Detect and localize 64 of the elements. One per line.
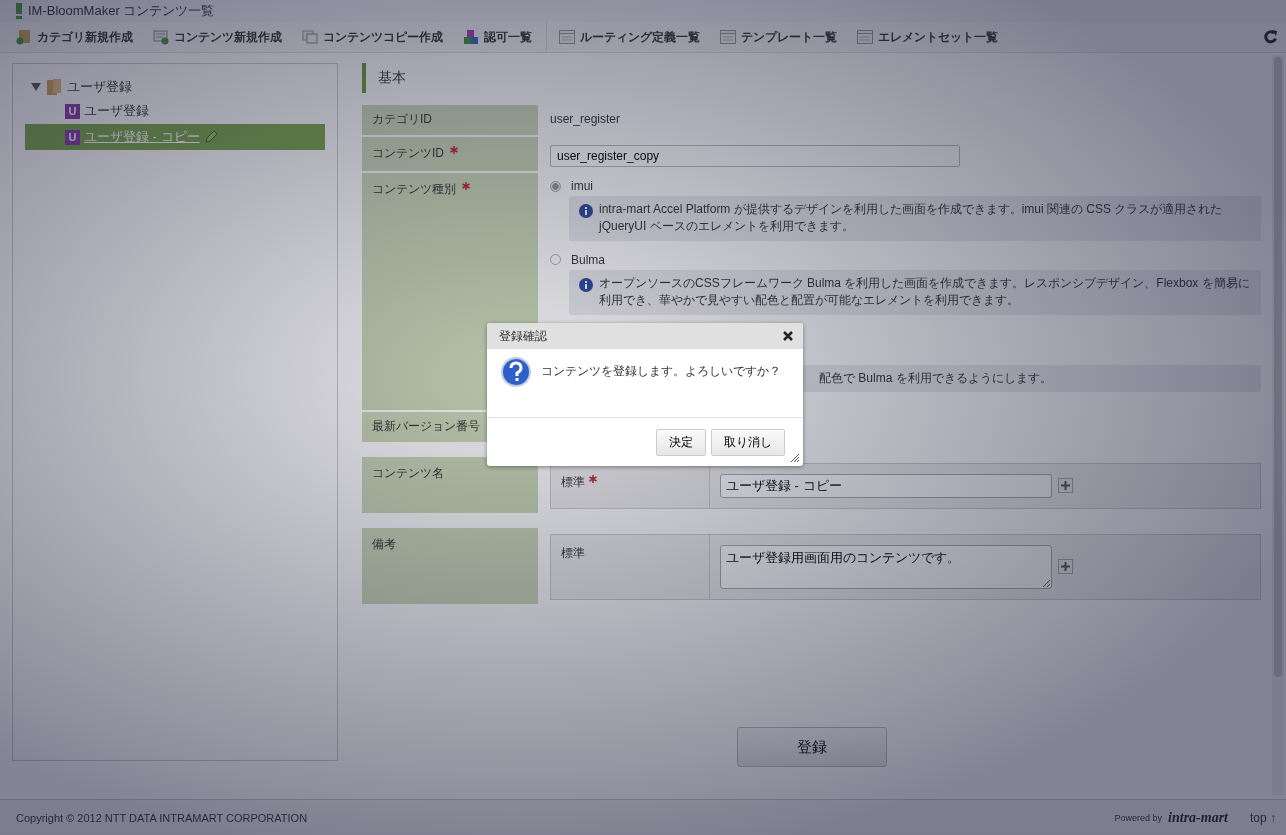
content-name-field[interactable]: ユーザ登録 - コピー xyxy=(720,473,1052,498)
info-icon xyxy=(579,277,593,292)
dialog-message: コンテンツを登録します。よろしいですか？ xyxy=(541,363,781,380)
copyright-text: Copyright © 2012 NTT DATA INTRAMART CORPORATION xyxy=(16,811,308,824)
info-icon xyxy=(579,204,593,218)
remarks-field[interactable]: ユーザ登録用画面用のコンテンツです。 xyxy=(720,544,1052,589)
expand-arrow-icon[interactable] xyxy=(31,83,41,91)
powered-by-text: Powered by xyxy=(1114,812,1163,823)
folder-icon xyxy=(47,79,61,95)
app-icon xyxy=(16,3,22,19)
resize-grip-icon[interactable] xyxy=(790,453,800,463)
toolbar-button[interactable]: ルーティング定義一覧 xyxy=(553,24,706,50)
toolbar-button[interactable]: テンプレート一覧 xyxy=(714,24,843,50)
info-text: intra-mart Accel Platform が提供するデザインを利用した画面を作成できます。imui 関連の CSS クラスが適用された jQueryUI ベースのエレメントを利用できます。 xyxy=(599,201,1224,236)
locale-label: 標準 xyxy=(561,473,585,491)
dialog-button[interactable]: 取り消し xyxy=(711,429,785,456)
radio-button[interactable] xyxy=(550,254,561,266)
toolbar-button[interactable]: 認可一覧 xyxy=(457,24,538,50)
field-label: カテゴリID xyxy=(372,111,432,128)
field-label: 備考 xyxy=(372,535,396,553)
toolbar-button[interactable]: エレメントセット一覧 xyxy=(851,24,1004,50)
window-icon xyxy=(559,30,575,44)
u-badge: U xyxy=(65,129,80,145)
field-label: コンテンツID xyxy=(372,145,444,162)
radio-button[interactable] xyxy=(550,180,561,192)
close-icon[interactable] xyxy=(783,331,793,341)
field-label: 最新バージョン番号 xyxy=(372,417,480,435)
blocks-icon xyxy=(463,29,479,45)
info-text: オープンソースのCSSフレームワーク Bulma を利用した画面を作成できます。レスポンシブデザイン、Flexbox を簡易に利用でき、華やかで見やすい配色と配置が可能なエレメントを利用できます。 xyxy=(599,274,1251,310)
toolbar-button[interactable]: カテゴリ新規作成 xyxy=(10,24,139,50)
radio-label: Bulma xyxy=(571,252,605,267)
window-icon xyxy=(857,30,873,44)
toolbar-button[interactable]: コンテンツコピー作成 xyxy=(296,24,449,50)
section-title: 基本 xyxy=(378,69,406,85)
locale-label: 標準 xyxy=(561,544,585,562)
dialog-title: 登録確認 xyxy=(499,327,547,345)
page-add-icon xyxy=(153,29,169,45)
selected-tree-row[interactable]: U ユーザ登録 - コピー xyxy=(25,124,325,150)
copy-icon xyxy=(302,29,318,45)
scrollbar[interactable] xyxy=(1272,55,1284,795)
refresh-icon[interactable] xyxy=(1264,30,1278,44)
info-text: 配色で Bulma を利用できるようにします。 xyxy=(819,369,1052,387)
plus-icon[interactable] xyxy=(1058,478,1073,494)
u-badge: U xyxy=(65,103,80,119)
folder-add-icon xyxy=(16,29,32,45)
field-label: コンテンツ名 xyxy=(372,464,444,482)
tree-item[interactable]: ユーザ登録 xyxy=(84,102,149,120)
required-icon xyxy=(589,474,597,483)
field-label: コンテンツ種別 xyxy=(372,181,456,198)
register-button[interactable]: 登録 xyxy=(736,727,887,767)
dialog-button[interactable]: 決定 xyxy=(656,429,706,456)
required-icon xyxy=(462,182,470,190)
top-link[interactable]: top ↑ xyxy=(1250,810,1276,825)
toolbar-button[interactable]: コンテンツ新規作成 xyxy=(147,24,288,50)
required-icon xyxy=(450,146,458,154)
question-icon xyxy=(501,357,531,387)
logo: intra-mart xyxy=(1168,809,1228,826)
window-icon xyxy=(720,30,736,44)
content-id-field[interactable]: user_register_copy xyxy=(550,145,960,167)
radio-label: imui xyxy=(571,179,593,193)
pencil-icon xyxy=(203,130,218,144)
field-value: user_register xyxy=(550,111,622,128)
plus-icon[interactable] xyxy=(1058,559,1073,575)
tree-item[interactable]: ユーザ登録 xyxy=(67,78,132,96)
